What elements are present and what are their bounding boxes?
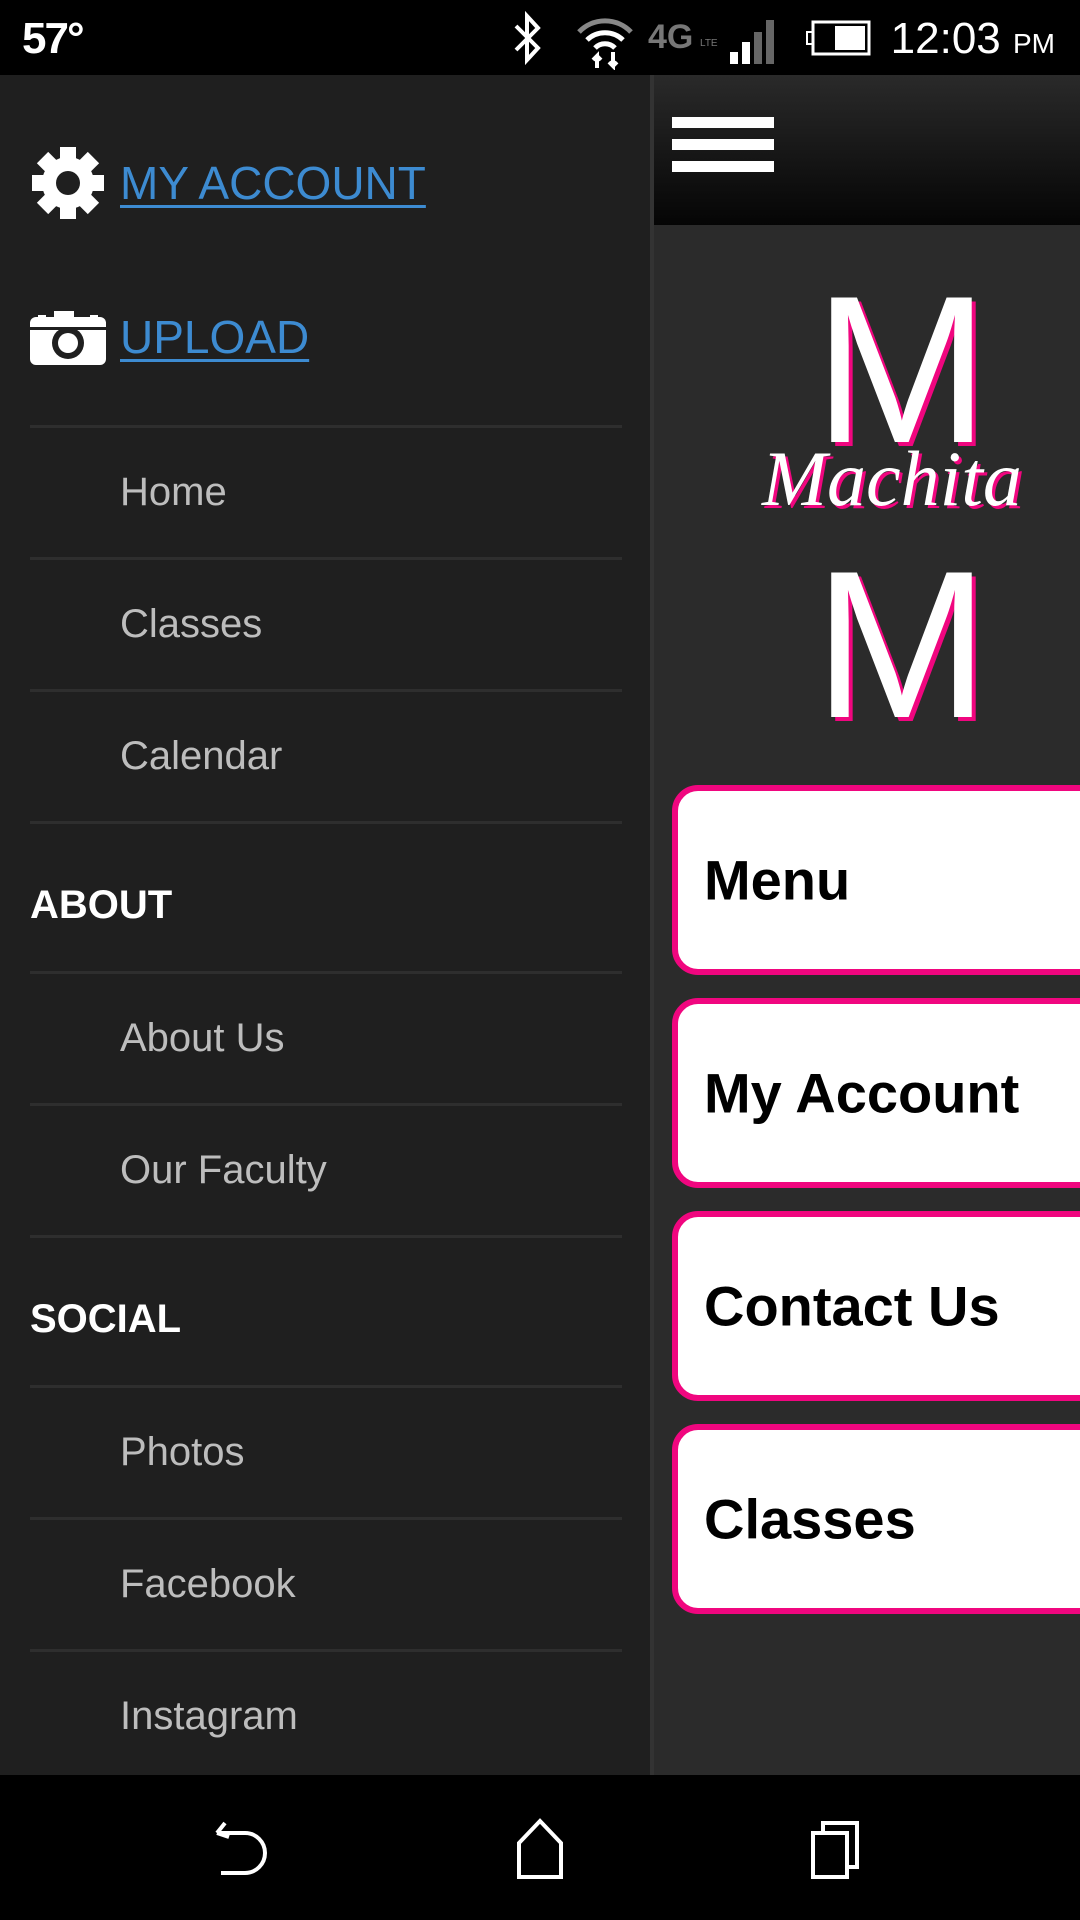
home-icon[interactable] [505, 1815, 575, 1885]
svg-text:LTE: LTE [700, 38, 718, 49]
divider [30, 821, 622, 824]
4g-lte-icon: 4G LTE [648, 18, 718, 56]
section-header-about: ABOUT [30, 883, 173, 927]
drawer-item-facebook[interactable]: Facebook [120, 1562, 296, 1607]
divider [30, 425, 622, 428]
card-label: Classes [704, 1487, 916, 1551]
divider [30, 1235, 622, 1238]
drawer-item-about-us[interactable]: About Us [120, 1016, 285, 1061]
clock-ampm: PM [1013, 28, 1055, 59]
upload-link[interactable]: UPLOAD [30, 309, 309, 365]
card-my-account[interactable]: My Account [672, 998, 1080, 1188]
divider [30, 971, 622, 974]
navigation-drawer: MY ACCOUNT UPLOAD Home Classes Calendar … [0, 75, 652, 1775]
divider [30, 557, 622, 560]
main-content: M M M M Machita Machita Menu My Account … [654, 75, 1080, 1775]
battery-icon [806, 20, 871, 56]
drawer-item-our-faculty[interactable]: Our Faculty [120, 1148, 327, 1193]
divider [30, 1385, 622, 1388]
upload-label: UPLOAD [120, 311, 310, 363]
drawer-item-instagram[interactable]: Instagram [120, 1694, 298, 1739]
logo-script: Machita [761, 435, 1022, 522]
app-header [654, 75, 1080, 225]
card-label: My Account [704, 1061, 1020, 1125]
my-account-label: MY ACCOUNT [120, 157, 426, 209]
svg-text:4G: 4G [648, 18, 693, 56]
drawer-item-home[interactable]: Home [120, 470, 227, 515]
divider [30, 1103, 622, 1106]
bluetooth-icon [514, 10, 541, 66]
divider [30, 1517, 622, 1520]
drawer-item-calendar[interactable]: Calendar [120, 734, 282, 779]
clock: 12:03 PM [891, 14, 1055, 64]
back-icon[interactable] [205, 1815, 275, 1885]
divider [30, 689, 622, 692]
recents-icon[interactable] [805, 1815, 875, 1885]
wifi-icon [577, 18, 633, 70]
drawer-item-photos[interactable]: Photos [120, 1430, 245, 1475]
card-menu[interactable]: Menu [672, 785, 1080, 975]
brand-logo: M M M M Machita Machita [761, 252, 1025, 766]
card-label: Contact Us [704, 1274, 1000, 1338]
divider [30, 1649, 622, 1652]
card-classes[interactable]: Classes [672, 1424, 1080, 1614]
gear-icon [32, 147, 104, 219]
card-contact-us[interactable]: Contact Us [672, 1211, 1080, 1401]
signal-icon [730, 20, 774, 64]
drawer-item-classes[interactable]: Classes [120, 602, 262, 647]
hamburger-menu-icon[interactable] [672, 117, 774, 189]
section-header-social: SOCIAL [30, 1297, 182, 1341]
card-label: Menu [704, 848, 851, 912]
clock-time: 12:03 [890, 14, 1001, 63]
my-account-link[interactable]: MY ACCOUNT [30, 145, 426, 221]
status-bar: 57° 4G LTE 12:03 PM [0, 0, 1080, 75]
system-nav-bar [0, 1775, 1080, 1920]
temperature: 57° [22, 14, 85, 63]
camera-icon [30, 311, 106, 365]
